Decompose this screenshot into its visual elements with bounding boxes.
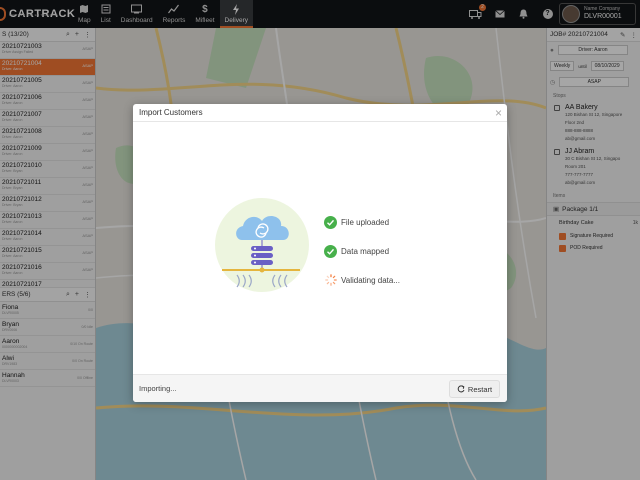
dialog-title: Import Customers <box>139 108 203 117</box>
loading-spinner-icon <box>324 274 337 287</box>
check-circle-icon <box>324 244 337 258</box>
dialog-footer: Importing... Restart <box>133 374 507 402</box>
step-label: File uploaded <box>341 217 390 227</box>
step-file-uploaded: File uploaded <box>324 215 400 229</box>
import-steps: File uploaded Data mapped Validating dat… <box>324 215 400 302</box>
restart-icon <box>457 385 465 393</box>
step-data-mapped: Data mapped <box>324 244 400 258</box>
dialog-header: Import Customers × <box>133 104 507 122</box>
check-circle-icon <box>324 215 337 229</box>
step-label: Validating data... <box>341 275 401 285</box>
step-label: Data mapped <box>341 246 390 256</box>
restart-label: Restart <box>467 384 493 394</box>
dialog-body: File uploaded Data mapped Validating dat… <box>133 122 507 374</box>
step-validating-data: Validating data... <box>324 273 400 287</box>
cloud-database-illustration <box>215 198 315 298</box>
import-status: Importing... <box>139 384 177 393</box>
close-icon[interactable]: × <box>495 106 502 120</box>
import-customers-dialog: Import Customers × File uploaded Data ma… <box>133 104 507 402</box>
restart-button[interactable]: Restart <box>449 380 500 398</box>
